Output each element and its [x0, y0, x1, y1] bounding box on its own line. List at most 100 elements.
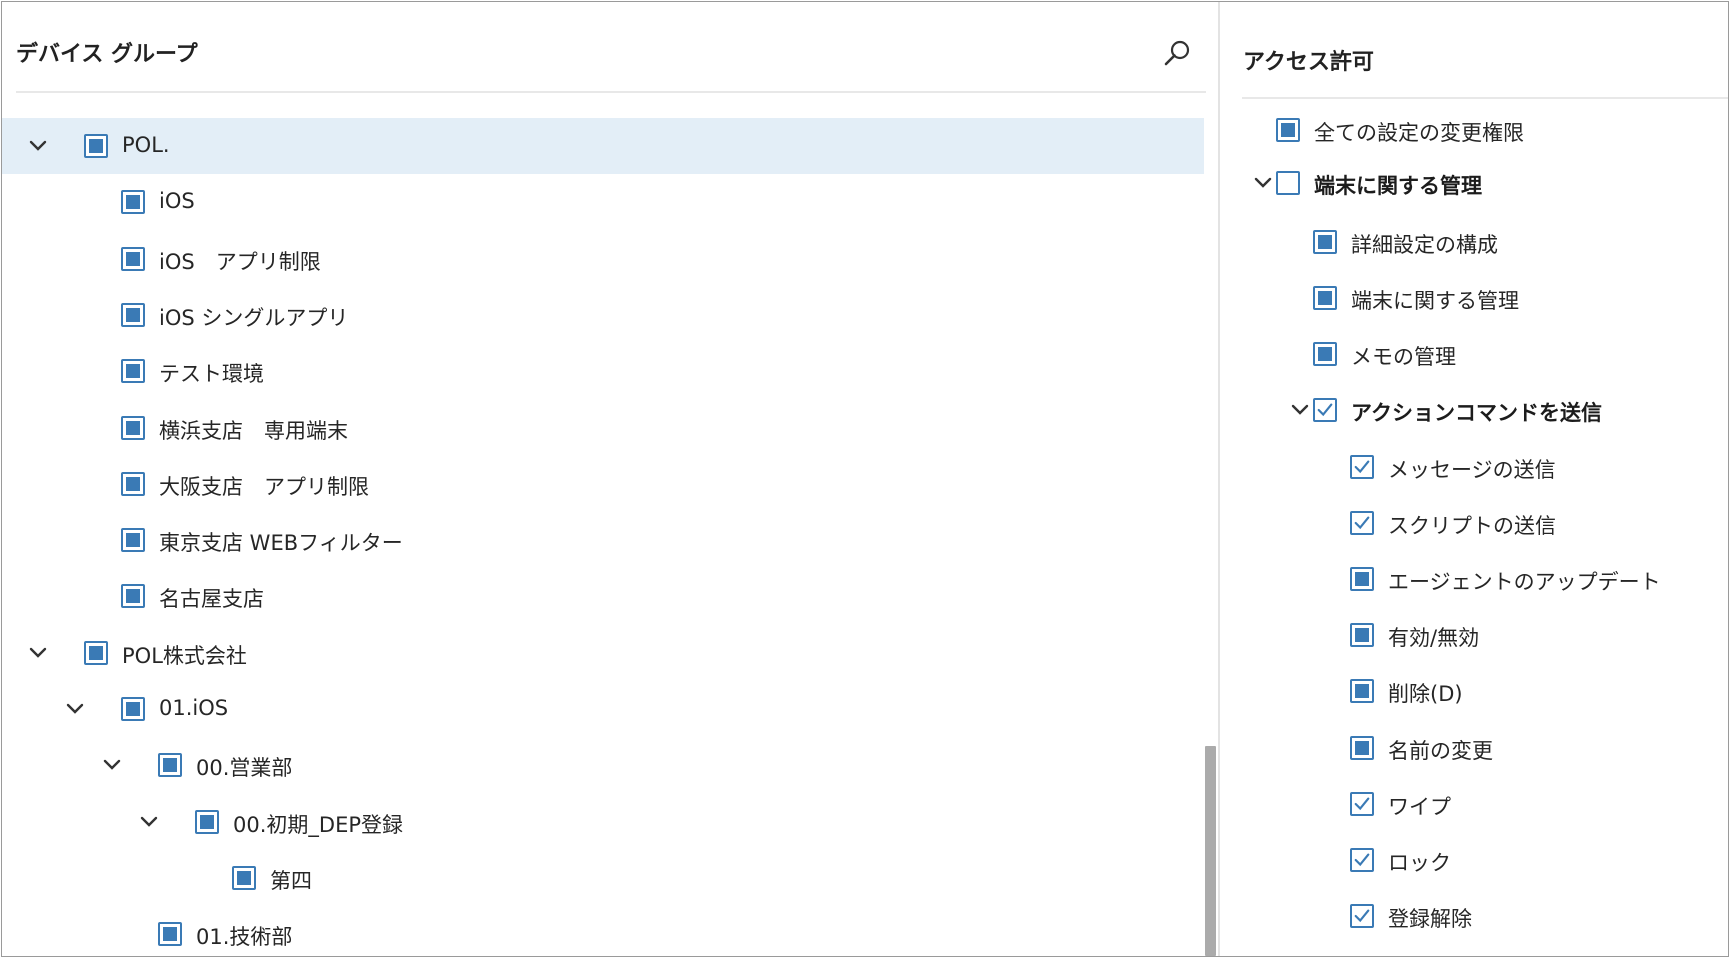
tree-item[interactable]: 第四 — [2, 850, 1204, 906]
checkbox-partial[interactable] — [1350, 623, 1374, 647]
tree-item[interactable]: iOS アプリ制限 — [2, 231, 1204, 287]
permission-item[interactable]: ロック — [1220, 832, 1720, 888]
permission-item-label: ワイプ — [1388, 795, 1451, 819]
checkmark-icon — [1354, 460, 1370, 474]
tree-item-label: iOS — [159, 189, 195, 214]
checkbox-partial[interactable] — [158, 922, 182, 947]
header-divider — [16, 91, 1206, 93]
permission-item[interactable]: ワイプ — [1220, 776, 1720, 832]
checkbox-checked[interactable] — [1350, 848, 1374, 872]
checkbox-partial[interactable] — [1350, 679, 1374, 703]
permission-item[interactable]: 登録解除 — [1220, 888, 1720, 944]
tree-item-label: 名古屋支店 — [159, 587, 264, 612]
tree-item-label: iOS シングルアプリ — [159, 305, 349, 330]
checkbox-partial[interactable] — [121, 415, 145, 440]
chevron-down-icon[interactable] — [1288, 398, 1312, 422]
checkbox-partial[interactable] — [158, 753, 182, 778]
chevron-down-icon[interactable] — [63, 697, 87, 721]
permission-item[interactable]: メモの管理 — [1220, 326, 1720, 382]
checkbox-partial[interactable] — [121, 359, 145, 384]
tree-item-label: POL株式会社 — [122, 643, 247, 668]
checkbox-partial[interactable] — [195, 809, 219, 834]
permission-item-label: ロック — [1388, 851, 1451, 875]
tree-item[interactable]: iOS シングルアプリ — [2, 287, 1204, 343]
checkbox-partial[interactable] — [121, 190, 145, 215]
checkbox-partial[interactable] — [121, 528, 145, 553]
checkbox-partial[interactable] — [1350, 567, 1374, 591]
permission-item-label: スクリプトの送信 — [1388, 514, 1556, 538]
permission-item-label: アクションコマンドを送信 — [1351, 401, 1602, 425]
permission-item[interactable]: 端末に関する管理 — [1220, 270, 1720, 326]
checkbox-checked[interactable] — [1313, 398, 1337, 422]
checkbox[interactable] — [1276, 171, 1300, 195]
device-group-title: デバイス グループ — [16, 42, 198, 67]
checkbox-partial[interactable] — [1313, 286, 1337, 310]
checkbox-partial[interactable] — [121, 471, 145, 496]
chevron-down-icon[interactable] — [137, 810, 161, 834]
checkbox-checked[interactable] — [1350, 455, 1374, 479]
tree-item[interactable]: 00.営業部 — [2, 737, 1204, 793]
checkbox-partial[interactable] — [232, 865, 256, 890]
checkmark-icon — [1354, 797, 1370, 811]
tree-item[interactable]: 01.技術部 — [2, 906, 1204, 956]
tree-item[interactable]: iOS — [2, 174, 1204, 230]
checkbox-partial[interactable] — [121, 246, 145, 271]
checkbox-partial[interactable] — [121, 302, 145, 327]
scrollbar-thumb[interactable] — [1205, 746, 1216, 956]
tree-item[interactable]: テスト環境 — [2, 343, 1204, 399]
checkbox-partial[interactable] — [84, 640, 108, 665]
tree-item-label: 横浜支店 専用端末 — [159, 418, 348, 443]
checkbox-checked[interactable] — [1350, 511, 1374, 535]
permission-item-label: メッセージの送信 — [1388, 458, 1556, 482]
chevron-down-icon[interactable] — [26, 134, 50, 158]
checkmark-icon — [1354, 909, 1370, 923]
tree-item[interactable]: 01.iOS — [2, 681, 1204, 737]
tree-item[interactable]: 横浜支店 専用端末 — [2, 400, 1204, 456]
permission-item-label: 端末に関する管理 — [1314, 174, 1482, 198]
search-icon[interactable] — [1161, 38, 1193, 70]
checkbox-partial[interactable] — [121, 697, 145, 721]
checkbox-checked[interactable] — [1350, 904, 1374, 928]
tree-item-label: 大阪支店 アプリ制限 — [159, 474, 369, 499]
permission-item[interactable]: 名前の変更 — [1220, 720, 1720, 776]
chevron-down-icon[interactable] — [26, 641, 50, 665]
tree-item[interactable]: 大阪支店 アプリ制限 — [2, 456, 1204, 512]
chevron-down-icon[interactable] — [1251, 171, 1275, 195]
checkbox-partial[interactable] — [1350, 736, 1374, 760]
tree-item[interactable]: 東京支店 WEBフィルター — [2, 512, 1204, 568]
permission-item[interactable]: スクリプトの送信 — [1220, 495, 1720, 551]
checkmark-icon — [1354, 853, 1370, 867]
permission-item[interactable]: エージェントのアップデート — [1220, 551, 1720, 607]
permission-item[interactable]: 全ての設定の変更権限 — [1220, 102, 1720, 158]
checkbox-checked[interactable] — [1350, 792, 1374, 816]
permission-item-label: 登録解除 — [1388, 907, 1472, 931]
tree-item-label: 00.初期_DEP登録 — [233, 812, 403, 837]
permission-item[interactable]: アクションコマンドを送信 — [1220, 382, 1720, 438]
permission-item-label: メモの管理 — [1351, 345, 1456, 369]
tree-item[interactable]: POL. — [2, 118, 1204, 174]
tree-item[interactable]: 名古屋支店 — [2, 568, 1204, 624]
tree-item[interactable]: POL株式会社 — [2, 625, 1204, 681]
tree-item-label: POL. — [122, 133, 170, 157]
permission-item[interactable]: 削除(D) — [1220, 663, 1720, 719]
chevron-down-icon[interactable] — [100, 753, 124, 777]
checkbox-partial[interactable] — [121, 584, 145, 609]
permission-item[interactable]: 有効/無効 — [1220, 607, 1720, 663]
checkbox-partial[interactable] — [84, 134, 108, 158]
permission-item[interactable]: 詳細設定の構成 — [1220, 214, 1720, 270]
permission-item-label: 詳細設定の構成 — [1351, 233, 1498, 257]
tree-item-label: 01.iOS — [159, 696, 229, 720]
checkbox-partial[interactable] — [1313, 342, 1337, 366]
checkbox-partial[interactable] — [1276, 118, 1300, 142]
permission-item[interactable]: 端末に関する管理 — [1220, 155, 1720, 211]
permission-item-label: 端末に関する管理 — [1351, 289, 1519, 313]
access-permission-title: アクセス許可 — [1243, 50, 1374, 75]
permission-item-label: 有効/無効 — [1388, 626, 1480, 650]
permission-item[interactable]: メッセージの送信 — [1220, 439, 1720, 495]
tree-item-label: 第四 — [270, 868, 312, 893]
tree-item[interactable]: 00.初期_DEP登録 — [2, 794, 1204, 850]
checkbox-partial[interactable] — [1313, 230, 1337, 254]
window-frame: デバイス グループ POL. iOS iOS アプリ制限 iOS シングルアプリテスト… — [1, 1, 1729, 957]
permission-item-label: 削除(D) — [1388, 682, 1463, 706]
tree-item-label: 00.営業部 — [196, 756, 293, 781]
